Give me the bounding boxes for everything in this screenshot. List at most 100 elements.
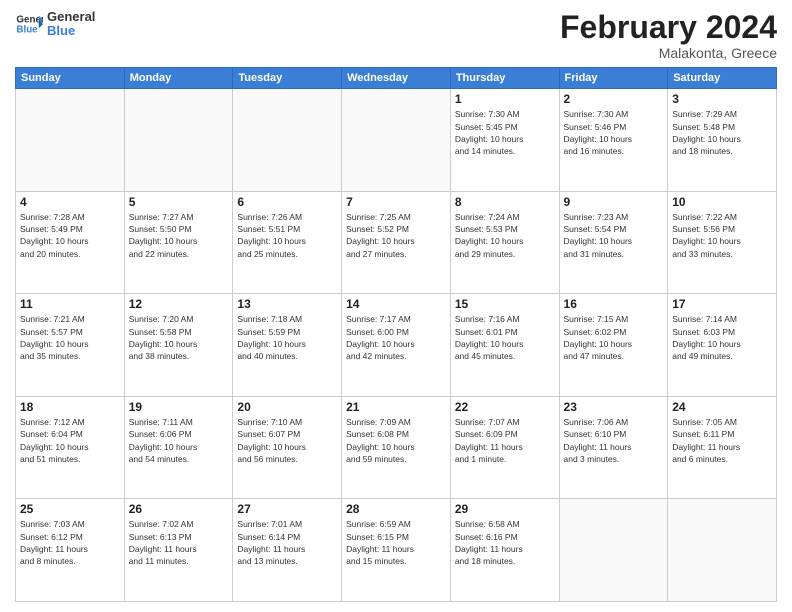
day-cell: 19 Sunrise: 7:11 AM Sunset: 6:06 PM Dayli… — [124, 396, 233, 499]
day-number: 29 — [455, 502, 555, 516]
day-number: 26 — [129, 502, 229, 516]
day-cell — [124, 89, 233, 192]
day-number: 16 — [564, 297, 664, 311]
day-cell: 9Sunrise: 7:23 AM Sunset: 5:54 PM Daylig… — [559, 191, 668, 294]
day-cell: 26 Sunrise: 7:02 AM Sunset: 6:13 PM Dayli… — [124, 499, 233, 602]
day-cell: 22 Sunrise: 7:07 AM Sunset: 6:09 PM Dayli… — [450, 396, 559, 499]
day-info: Sunrise: 6:58 AM Sunset: 6:16 PM Dayligh… — [455, 518, 555, 567]
day-info: Sunrise: 7:01 AM Sunset: 6:14 PM Dayligh… — [237, 518, 337, 567]
day-cell — [668, 499, 777, 602]
day-info: Sunrise: 7:20 AM Sunset: 5:58 PM Dayligh… — [129, 313, 229, 362]
day-cell: 18 Sunrise: 7:12 AM Sunset: 6:04 PM Dayli… — [16, 396, 125, 499]
day-number: 15 — [455, 297, 555, 311]
day-number: 7 — [346, 195, 446, 209]
day-cell: 10 Sunrise: 7:22 AM Sunset: 5:56 PM Dayli… — [668, 191, 777, 294]
day-info: Sunrise: 7:11 AM Sunset: 6:06 PM Dayligh… — [129, 416, 229, 465]
day-info: Sunrise: 7:09 AM Sunset: 6:08 PM Dayligh… — [346, 416, 446, 465]
day-info: Sunrise: 7:22 AM Sunset: 5:56 PM Dayligh… — [672, 211, 772, 260]
day-info: Sunrise: 7:27 AM Sunset: 5:50 PM Dayligh… — [129, 211, 229, 260]
day-info: Sunrise: 7:12 AM Sunset: 6:04 PM Dayligh… — [20, 416, 120, 465]
day-cell: 23Sunrise: 7:06 AM Sunset: 6:10 PM Dayli… — [559, 396, 668, 499]
logo: General Blue General Blue — [15, 10, 95, 39]
day-cell: 11Sunrise: 7:21 AM Sunset: 5:57 PM Dayli… — [16, 294, 125, 397]
logo-general: General — [47, 10, 95, 24]
day-info: Sunrise: 7:30 AM Sunset: 5:46 PM Dayligh… — [564, 108, 664, 157]
day-cell: 16 Sunrise: 7:15 AM Sunset: 6:02 PM Dayli… — [559, 294, 668, 397]
day-number: 17 — [672, 297, 772, 311]
day-cell: 20 Sunrise: 7:10 AM Sunset: 6:07 PM Dayli… — [233, 396, 342, 499]
day-cell: 5Sunrise: 7:27 AM Sunset: 5:50 PM Daylig… — [124, 191, 233, 294]
week-row-1: 1Sunrise: 7:30 AM Sunset: 5:45 PM Daylig… — [16, 89, 777, 192]
day-info: Sunrise: 6:59 AM Sunset: 6:15 PM Dayligh… — [346, 518, 446, 567]
day-cell: 15 Sunrise: 7:16 AM Sunset: 6:01 PM Dayli… — [450, 294, 559, 397]
day-info: Sunrise: 7:25 AM Sunset: 5:52 PM Dayligh… — [346, 211, 446, 260]
week-row-3: 11Sunrise: 7:21 AM Sunset: 5:57 PM Dayli… — [16, 294, 777, 397]
day-info: Sunrise: 7:06 AM Sunset: 6:10 PM Dayligh… — [564, 416, 664, 465]
day-cell: 4 Sunrise: 7:28 AM Sunset: 5:49 PM Daylig… — [16, 191, 125, 294]
week-row-2: 4 Sunrise: 7:28 AM Sunset: 5:49 PM Daylig… — [16, 191, 777, 294]
day-cell: 27 Sunrise: 7:01 AM Sunset: 6:14 PM Dayli… — [233, 499, 342, 602]
week-row-5: 25 Sunrise: 7:03 AM Sunset: 6:12 PM Dayli… — [16, 499, 777, 602]
calendar-title: February 2024 — [560, 10, 777, 45]
calendar-table: SundayMondayTuesdayWednesdayThursdayFrid… — [15, 67, 777, 602]
day-info: Sunrise: 7:24 AM Sunset: 5:53 PM Dayligh… — [455, 211, 555, 260]
day-cell: 28Sunrise: 6:59 AM Sunset: 6:15 PM Dayli… — [342, 499, 451, 602]
day-info: Sunrise: 7:23 AM Sunset: 5:54 PM Dayligh… — [564, 211, 664, 260]
day-cell: 6Sunrise: 7:26 AM Sunset: 5:51 PM Daylig… — [233, 191, 342, 294]
day-cell — [16, 89, 125, 192]
day-info: Sunrise: 7:28 AM Sunset: 5:49 PM Dayligh… — [20, 211, 120, 260]
day-number: 24 — [672, 400, 772, 414]
calendar-subtitle: Malakonta, Greece — [560, 45, 777, 61]
day-number: 27 — [237, 502, 337, 516]
weekday-tuesday: Tuesday — [233, 68, 342, 89]
weekday-header-row: SundayMondayTuesdayWednesdayThursdayFrid… — [16, 68, 777, 89]
day-cell — [233, 89, 342, 192]
weekday-thursday: Thursday — [450, 68, 559, 89]
day-number: 22 — [455, 400, 555, 414]
day-cell: 24 Sunrise: 7:05 AM Sunset: 6:11 PM Dayli… — [668, 396, 777, 499]
day-info: Sunrise: 7:18 AM Sunset: 5:59 PM Dayligh… — [237, 313, 337, 362]
day-number: 3 — [672, 92, 772, 106]
weekday-saturday: Saturday — [668, 68, 777, 89]
day-cell: 29 Sunrise: 6:58 AM Sunset: 6:16 PM Dayli… — [450, 499, 559, 602]
day-cell: 13 Sunrise: 7:18 AM Sunset: 5:59 PM Dayli… — [233, 294, 342, 397]
day-info: Sunrise: 7:10 AM Sunset: 6:07 PM Dayligh… — [237, 416, 337, 465]
day-info: Sunrise: 7:17 AM Sunset: 6:00 PM Dayligh… — [346, 313, 446, 362]
day-info: Sunrise: 7:26 AM Sunset: 5:51 PM Dayligh… — [237, 211, 337, 260]
logo-blue: Blue — [47, 24, 95, 38]
day-cell — [342, 89, 451, 192]
day-number: 14 — [346, 297, 446, 311]
day-number: 18 — [20, 400, 120, 414]
day-cell: 3 Sunrise: 7:29 AM Sunset: 5:48 PM Daylig… — [668, 89, 777, 192]
header: General Blue General Blue February 2024 … — [15, 10, 777, 61]
day-info: Sunrise: 7:15 AM Sunset: 6:02 PM Dayligh… — [564, 313, 664, 362]
day-number: 2 — [564, 92, 664, 106]
day-info: Sunrise: 7:30 AM Sunset: 5:45 PM Dayligh… — [455, 108, 555, 157]
week-row-4: 18 Sunrise: 7:12 AM Sunset: 6:04 PM Dayli… — [16, 396, 777, 499]
svg-text:Blue: Blue — [16, 25, 38, 36]
weekday-monday: Monday — [124, 68, 233, 89]
day-info: Sunrise: 7:03 AM Sunset: 6:12 PM Dayligh… — [20, 518, 120, 567]
day-number: 25 — [20, 502, 120, 516]
day-info: Sunrise: 7:02 AM Sunset: 6:13 PM Dayligh… — [129, 518, 229, 567]
day-info: Sunrise: 7:07 AM Sunset: 6:09 PM Dayligh… — [455, 416, 555, 465]
weekday-friday: Friday — [559, 68, 668, 89]
day-cell — [559, 499, 668, 602]
day-number: 19 — [129, 400, 229, 414]
day-number: 20 — [237, 400, 337, 414]
day-cell: 8Sunrise: 7:24 AM Sunset: 5:53 PM Daylig… — [450, 191, 559, 294]
day-cell: 14 Sunrise: 7:17 AM Sunset: 6:00 PM Dayli… — [342, 294, 451, 397]
day-info: Sunrise: 7:05 AM Sunset: 6:11 PM Dayligh… — [672, 416, 772, 465]
day-number: 12 — [129, 297, 229, 311]
day-number: 13 — [237, 297, 337, 311]
day-number: 10 — [672, 195, 772, 209]
day-info: Sunrise: 7:29 AM Sunset: 5:48 PM Dayligh… — [672, 108, 772, 157]
day-cell: 17Sunrise: 7:14 AM Sunset: 6:03 PM Dayli… — [668, 294, 777, 397]
day-info: Sunrise: 7:16 AM Sunset: 6:01 PM Dayligh… — [455, 313, 555, 362]
day-cell: 12 Sunrise: 7:20 AM Sunset: 5:58 PM Dayli… — [124, 294, 233, 397]
day-number: 4 — [20, 195, 120, 209]
title-block: February 2024 Malakonta, Greece — [560, 10, 777, 61]
day-cell: 1Sunrise: 7:30 AM Sunset: 5:45 PM Daylig… — [450, 89, 559, 192]
day-cell: 21Sunrise: 7:09 AM Sunset: 6:08 PM Dayli… — [342, 396, 451, 499]
day-number: 11 — [20, 297, 120, 311]
